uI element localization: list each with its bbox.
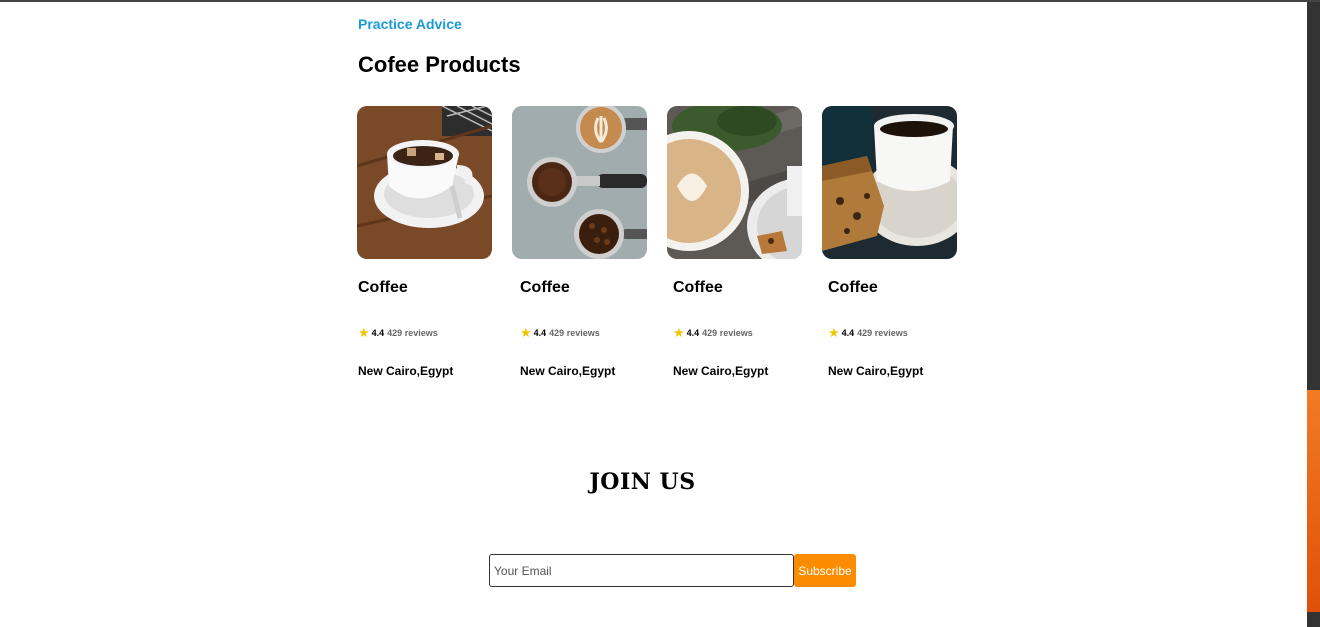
product-location: New Cairo,Egypt [358,364,454,378]
product-title: Coffee [358,279,408,296]
review-count: 429 reviews [857,327,908,338]
star-icon: ★ [673,325,685,340]
star-icon: ★ [520,325,532,340]
email-input[interactable] [489,554,794,587]
rating-value: 4.4 [371,327,385,338]
product-card[interactable]: Coffee ★ 4.4 429 reviews New Cairo,Egypt [357,106,492,378]
product-image-espresso-beans[interactable] [512,106,647,259]
join-us-heading: JOIN US [589,469,696,495]
product-title: Coffee [673,279,723,296]
product-card[interactable]: Coffee ★ 4.4 429 reviews New Cairo,Egypt [667,106,802,378]
product-rating: ★ 4.4 429 reviews [828,326,908,339]
rating-value: 4.4 [686,327,700,338]
review-count: 429 reviews [549,327,600,338]
scrollbar-thumb[interactable] [1307,390,1320,612]
product-rating: ★ 4.4 429 reviews [358,326,438,339]
product-card[interactable]: Coffee ★ 4.4 429 reviews New Cairo,Egypt [822,106,957,378]
product-rating: ★ 4.4 429 reviews [520,326,600,339]
section-title: Cofee Products [358,52,521,77]
product-location: New Cairo,Egypt [673,364,769,378]
rating-value: 4.4 [533,327,547,338]
product-title: Coffee [520,279,570,296]
review-count: 429 reviews [387,327,438,338]
product-location: New Cairo,Egypt [828,364,924,378]
review-count: 429 reviews [702,327,753,338]
subscribe-button[interactable]: Subscribe [794,554,856,587]
product-location: New Cairo,Egypt [520,364,616,378]
product-image-coffee-cake[interactable] [822,106,957,259]
product-rating: ★ 4.4 429 reviews [673,326,753,339]
product-image-cup-with-sugar[interactable] [357,106,492,259]
rating-value: 4.4 [841,327,855,338]
star-icon: ★ [358,325,370,340]
star-icon: ★ [828,325,840,340]
product-image-latte-art[interactable] [667,106,802,259]
scrollbar-track[interactable] [1307,2,1320,627]
product-title: Coffee [828,279,878,296]
section-eyebrow: Practice Advice [358,16,462,32]
page: Practice Advice Cofee Products Coffee ★ … [0,0,1320,627]
product-card[interactable]: Coffee ★ 4.4 429 reviews New Cairo,Egypt [512,106,647,378]
